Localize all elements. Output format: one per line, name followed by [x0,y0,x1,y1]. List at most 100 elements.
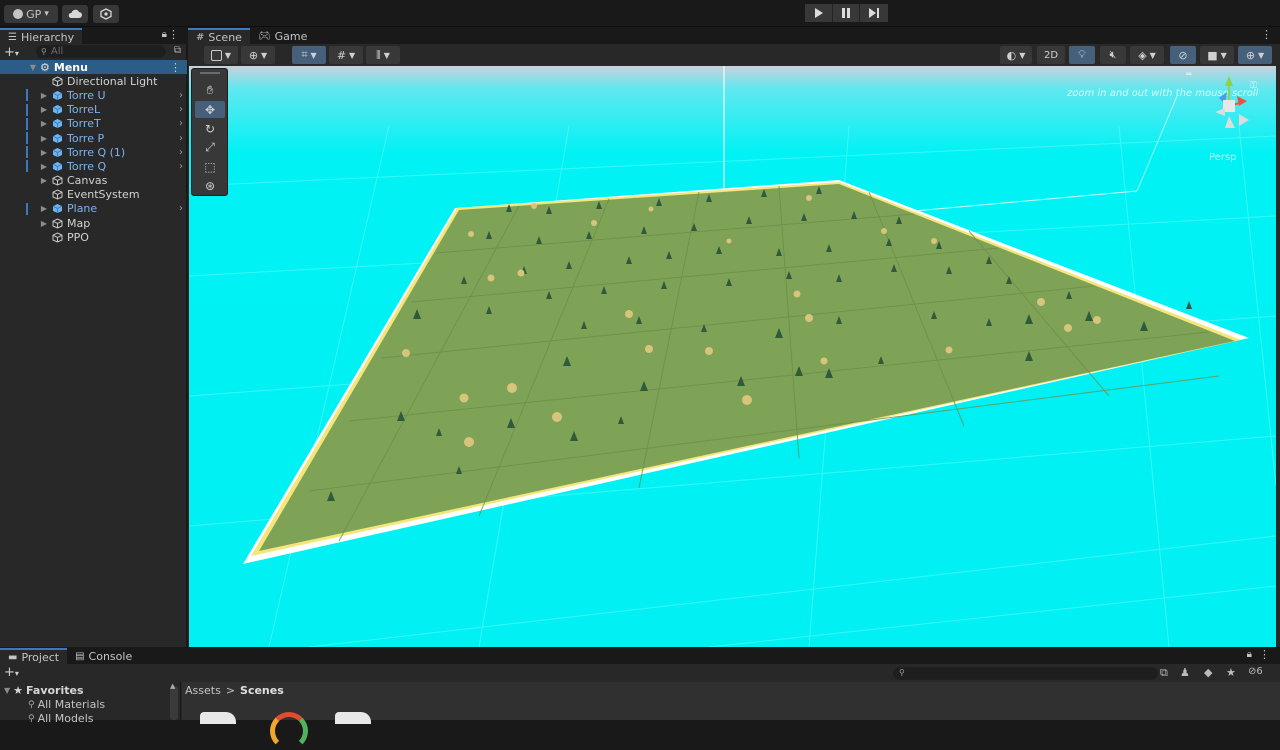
search-placeholder: All [50,46,64,57]
hidden-packages-toggle[interactable]: ⊘6 [1248,666,1263,677]
pause-button[interactable] [832,4,861,22]
expand-arrow-icon[interactable]: ▶ [39,105,49,114]
lock-icon[interactable]: ⚿ [1250,81,1257,91]
breadcrumb-scenes[interactable]: Scenes [240,684,284,697]
grid-icon: # [336,48,347,62]
filter-by-label-icon[interactable]: ♟ [1180,666,1190,679]
chevron-right-icon[interactable]: › [179,203,183,214]
search-by-type-icon[interactable]: ⧉ [1160,666,1168,680]
list-item[interactable]: ▶ Map [0,216,187,230]
star-icon[interactable]: ★ [1226,666,1236,679]
audio-toggle[interactable]: 🔇︎ [1100,46,1126,64]
lock-icon[interactable]: 🔒︎ [1247,649,1252,660]
chevron-right-icon[interactable]: › [179,104,183,115]
list-item[interactable]: ▶ Torre Q › [0,159,187,173]
kebab-menu-icon[interactable]: ⋮ [168,28,179,41]
expand-arrow-icon[interactable]: ▶ [39,219,49,228]
gizmo-menu-icon[interactable]: ═ [1185,70,1192,80]
list-item[interactable]: ▶ Canvas [0,174,187,188]
list-item[interactable]: ⚲ All Materials [28,698,105,711]
persp-label[interactable]: Persp [1209,152,1237,163]
scene-asset-icon[interactable] [200,712,236,724]
chevron-right-icon[interactable]: › [179,133,183,144]
tab-hierarchy[interactable]: ☰ Hierarchy [0,28,83,44]
step-button[interactable] [860,4,888,22]
scale-tool-button[interactable]: ⤢ [195,139,225,156]
chevron-right-icon[interactable]: › [179,161,183,172]
scene-asset-icon[interactable] [335,712,371,724]
cloud-button[interactable] [62,5,88,23]
list-item[interactable]: Directional Light [0,74,187,88]
expand-arrow-icon[interactable]: ▶ [39,119,49,128]
lock-icon[interactable]: 🔒︎ [162,29,167,40]
chevron-right-icon[interactable]: › [179,147,183,158]
expand-arrow-icon[interactable]: ▶ [39,176,49,185]
prefab-icon [52,203,63,214]
expand-arrow-icon[interactable]: ▶ [39,91,49,100]
add-button[interactable]: +▾ [4,665,19,680]
selection-marker [26,202,28,215]
gameobject-icon [52,189,63,200]
draw-mode-dropdown[interactable]: ▼ [204,46,238,64]
increment-snap-button[interactable]: ⫼ ▼ [366,46,400,64]
drag-handle[interactable] [200,72,220,74]
list-item[interactable]: ▶ Torre P › [0,131,187,145]
tab-scene[interactable]: # Scene [188,28,250,44]
account-dropdown[interactable]: GP ▾ [4,5,58,23]
list-item[interactable]: ▶ Plane › [0,202,187,216]
collab-button[interactable] [93,5,119,23]
list-item[interactable]: PPO [0,230,187,244]
shading-dropdown[interactable]: ◐ ▼ [1000,46,1032,64]
hand-tool-button[interactable]: ✋︎ [195,82,225,99]
gizmos-dropdown[interactable]: ⊕ ▼ [1238,46,1272,64]
kebab-menu-icon[interactable]: ⋮ [1261,28,1272,41]
list-item[interactable]: ▶ TorreL › [0,103,187,117]
list-item[interactable]: EventSystem [0,188,187,202]
expand-arrow-icon[interactable]: ▶ [39,162,49,171]
tab-game[interactable]: 🎮︎ Game [249,28,316,44]
selection-marker [26,89,28,102]
project-search-input[interactable]: ⚲ [893,667,1158,680]
chevron-right-icon[interactable]: › [179,118,183,129]
breadcrumb-assets[interactable]: Assets [185,684,221,697]
list-item[interactable]: ⚲ All Models [28,712,94,725]
hierarchy-search-input[interactable]: ⚲ All [36,45,166,58]
transform-tool-button[interactable]: ⊛ [195,177,225,194]
expand-arrow-icon[interactable]: ▶ [39,148,49,157]
snap-increment-icon: ⫼ [376,49,381,61]
move-tool-button[interactable]: ✥ [195,101,225,118]
rect-tool-button[interactable]: ⬚ [195,158,225,175]
tab-console[interactable]: ▤ Console [67,648,141,664]
favorites-header[interactable]: ▼ ★ Favorites [4,684,84,697]
expand-arrow-icon[interactable]: ▼ [28,63,38,72]
camera-dropdown[interactable]: ■ ▼ [1200,46,1234,64]
kebab-menu-icon[interactable]: ⋮ [170,61,181,74]
global-local-dropdown[interactable]: ⊕ ▼ [241,46,275,64]
hidden-objects-toggle[interactable]: ⊘ [1170,46,1196,64]
effects-dropdown[interactable]: ◈ ▼ [1130,46,1164,64]
kebab-menu-icon[interactable]: ⋮ [1259,648,1270,661]
expand-arrow-icon[interactable]: ▶ [39,134,49,143]
grid-visibility-button[interactable]: # ▼ [329,46,363,64]
scene-viewport[interactable]: zoom in and out with the mouse scroll Pe… [189,66,1276,647]
item-label: Directional Light [67,74,158,88]
search-filter-icon[interactable]: ⧉ [174,45,181,56]
play-button[interactable] [805,4,833,22]
tag-icon[interactable]: ◆ [1204,666,1212,679]
lighting-toggle[interactable]: 💡︎ [1069,46,1095,64]
scene-row[interactable]: ▼ ⚙ Menu ⋮ [0,60,187,75]
asset-pie-icon[interactable] [270,712,308,750]
list-item[interactable]: ▶ TorreT › [0,117,187,131]
prefab-icon [52,147,63,158]
add-button[interactable]: +▾ [4,45,19,60]
list-item[interactable]: ▶ Torre Q (1) › [0,145,187,159]
sidebar-scrollbar[interactable]: ▲ [170,682,178,720]
tab-project[interactable]: ▬ Project [0,648,68,664]
expand-arrow-icon[interactable]: ▶ [39,204,49,213]
grid-snap-button[interactable]: ⌗ ▼ [292,46,326,64]
chevron-right-icon[interactable]: › [179,90,183,101]
toggle-2d-button[interactable]: 2D [1037,46,1065,64]
rotate-tool-button[interactable]: ↻ [195,120,225,137]
project-toolbar: +▾ ⚲ ⧉ ♟ ◆ ★ ⊘6 [0,665,1280,682]
list-item[interactable]: ▶ Torre U › [0,88,187,102]
